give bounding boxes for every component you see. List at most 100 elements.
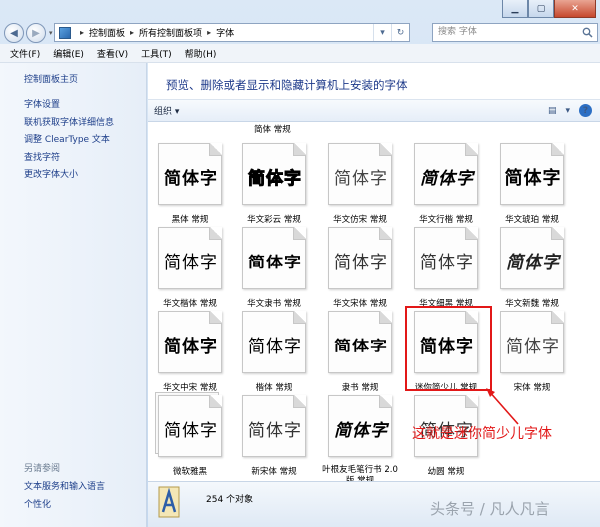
font-sample: 简体字 [420, 337, 474, 357]
font-label: 华文隶书 常规 [247, 299, 301, 309]
font-label: 华文仿宋 常规 [333, 215, 387, 225]
menu-edit[interactable]: 编辑(E) [53, 47, 84, 60]
close-button[interactable]: ✕ [554, 0, 596, 18]
font-label: 华文细黑 常规 [419, 299, 473, 309]
history-dropdown-icon[interactable]: ▾ [49, 29, 53, 37]
menu-view[interactable]: 查看(V) [97, 47, 128, 60]
font-label: 华文琥珀 常规 [505, 215, 559, 225]
font-preview-page: 简体字 [500, 311, 564, 373]
font-preview-page: 简体字 [414, 227, 478, 289]
font-sample: 简体字 [504, 168, 562, 189]
page-title: 预览、删除或者显示和隐藏计算机上安装的字体 [166, 78, 408, 92]
minimize-button[interactable]: ▁ [502, 0, 528, 18]
view-options-icon[interactable]: ▤ [548, 106, 557, 116]
font-label: 华文宋体 常规 [333, 299, 387, 309]
font-label: 华文新魏 常规 [505, 299, 559, 309]
font-sample: 简体字 [248, 254, 302, 272]
watermark: 头条号 / 凡人凡言 [430, 500, 550, 518]
back-button[interactable]: ◀ [4, 23, 24, 43]
font-label: 华文楷体 常规 [163, 299, 217, 309]
see-also-heading: 另请参阅 [24, 464, 61, 474]
font-sample: 简体字 [164, 253, 218, 273]
sidebar-control-panel-home[interactable]: 控制面板主页 [24, 72, 78, 85]
sidebar-online-font-info[interactable]: 联机获取字体详细信息 [24, 115, 114, 128]
menu-bar: 文件(F) 编辑(E) 查看(V) 工具(T) 帮助(H) [0, 44, 600, 63]
font-preview-page: 简体字 [328, 227, 392, 289]
sidebar-change-font-size[interactable]: 更改字体大小 [24, 167, 78, 180]
sidebar-find-character[interactable]: 查找字符 [24, 150, 60, 163]
font-preview-page: 简体字 [242, 143, 306, 205]
font-preview-page: 简体字 [500, 143, 564, 205]
search-placeholder: 搜索 字体 [438, 27, 477, 37]
font-sample: 简体字 [506, 253, 560, 273]
font-label: 华文彩云 常规 [247, 215, 301, 225]
font-preview-page: 简体字 [500, 227, 564, 289]
search-input[interactable]: 搜索 字体 [432, 23, 598, 42]
title-bar: ▁ ▢ ✕ ◀ ▶ ▾ ▸ 控制面板 ▸ 所有控制面板项 ▸ 字体 ▾ ↻ 搜索… [0, 0, 600, 44]
font-sample: 简体字 [164, 169, 218, 189]
menu-file[interactable]: 文件(F) [10, 47, 40, 60]
object-count: 254 个对象 [206, 495, 254, 505]
font-label: 黑体 常规 [171, 215, 209, 225]
font-sample: 简体字 [334, 338, 388, 355]
font-preview-page: 简体字 [158, 143, 222, 205]
font-preview-page: 简体字 [414, 143, 478, 205]
font-label: 迷你简少儿 常规 [414, 383, 478, 393]
font-sample: 简体字 [248, 337, 302, 357]
breadcrumb-chevron-icon[interactable]: ▸ [130, 28, 134, 37]
partial-row-label: 简体 常规 [254, 125, 291, 135]
forward-button[interactable]: ▶ [26, 23, 46, 43]
font-preview-page: 简体字 [158, 395, 222, 457]
breadcrumb-all-items[interactable]: 所有控制面板项 [139, 26, 202, 39]
font-sample: 简体字 [334, 169, 388, 189]
help-icon[interactable]: ? [579, 104, 592, 117]
refresh-icon[interactable]: ↻ [391, 24, 409, 41]
view-dropdown-icon[interactable]: ▾ [565, 106, 570, 116]
font-label: 微软雅黑 [172, 467, 207, 477]
task-sidebar: 控制面板主页 字体设置 联机获取字体详细信息 调整 ClearType 文本 查… [0, 63, 147, 527]
font-sample: 简体字 [506, 337, 560, 357]
breadcrumb-chevron-icon[interactable]: ▸ [207, 28, 211, 37]
sidebar-font-settings[interactable]: 字体设置 [24, 97, 60, 110]
control-panel-icon [59, 26, 71, 39]
font-preview-page: 简体字 [242, 311, 306, 373]
font-preview-page: 简体字 [158, 311, 222, 373]
font-sample: 简体字 [334, 253, 388, 273]
font-sample: 简体字 [164, 421, 218, 440]
annotation-arrow-icon [486, 388, 519, 425]
font-sample: 简体字 [420, 253, 474, 273]
sidebar-adjust-cleartype[interactable]: 调整 ClearType 文本 [24, 132, 110, 145]
font-preview-page: 简体字 [242, 395, 306, 457]
annotation-text: 这就是迷你简少儿字体 [412, 426, 552, 442]
search-icon [582, 27, 593, 38]
sidebar-personalization[interactable]: 个性化 [24, 497, 51, 510]
maximize-button[interactable]: ▢ [528, 0, 554, 18]
font-preview-page: 简体字 [158, 227, 222, 289]
breadcrumb-fonts[interactable]: 字体 [216, 26, 234, 39]
menu-tools[interactable]: 工具(T) [141, 47, 172, 60]
font-preview-page: 简体字 [242, 227, 306, 289]
font-sample: 简体字 [420, 169, 474, 189]
breadcrumb-chevron-icon[interactable]: ▸ [80, 28, 84, 37]
organize-button[interactable]: 组织 ▾ [154, 104, 179, 117]
navigation-row: ◀ ▶ ▾ ▸ 控制面板 ▸ 所有控制面板项 ▸ 字体 ▾ ↻ 搜索 字体 [4, 22, 598, 44]
font-folder-icon [158, 486, 180, 518]
command-toolbar: 组织 ▾ ▤ ▾ ? [148, 99, 600, 122]
font-label: 楷体 常规 [255, 383, 293, 393]
font-preview-page: 简体字 [328, 143, 392, 205]
content-pane: 预览、删除或者显示和隐藏计算机上安装的字体 组织 ▾ ▤ ▾ ? 简体 常规 简… [148, 63, 600, 527]
sidebar-text-services[interactable]: 文本服务和输入语言 [24, 479, 105, 492]
font-preview-page: 简体字 [328, 395, 392, 457]
explorer-window: ▁ ▢ ✕ ◀ ▶ ▾ ▸ 控制面板 ▸ 所有控制面板项 ▸ 字体 ▾ ↻ 搜索… [0, 0, 600, 527]
font-label: 新宋体 常规 [251, 467, 297, 477]
organize-label: 组织 [154, 107, 173, 117]
menu-help[interactable]: 帮助(H) [185, 47, 217, 60]
font-sample: 简体字 [248, 169, 302, 190]
font-preview-page: 简体字 [414, 311, 478, 373]
font-sample: 简体字 [248, 421, 302, 441]
breadcrumb-control-panel[interactable]: 控制面板 [89, 26, 125, 39]
address-bar[interactable]: ▸ 控制面板 ▸ 所有控制面板项 ▸ 字体 ▾ ↻ [54, 23, 410, 42]
address-dropdown-icon[interactable]: ▾ [373, 24, 391, 41]
font-preview-page: 简体字 [328, 311, 392, 373]
font-label: 幼圆 常规 [427, 467, 465, 477]
